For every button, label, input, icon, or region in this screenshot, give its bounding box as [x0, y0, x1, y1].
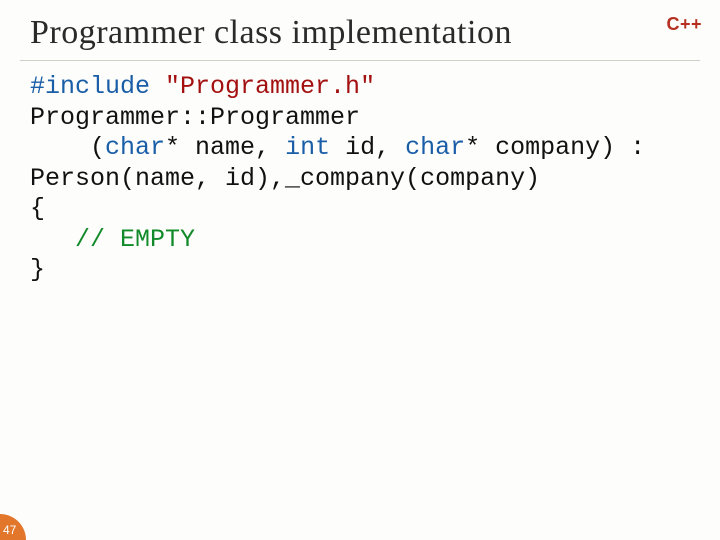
slide-title: Programmer class implementation: [30, 14, 512, 52]
code-line: Programmer::Programmer: [30, 103, 360, 132]
code-preproc: #include: [30, 72, 165, 101]
code-brace: {: [30, 194, 45, 223]
language-badge: C++: [666, 14, 702, 35]
code-keyword: char: [105, 133, 165, 162]
code-brace: }: [30, 255, 45, 284]
code-line: Person(name, id),_company(company): [30, 164, 540, 193]
title-divider: [20, 60, 700, 61]
code-text: * company) :: [465, 133, 645, 162]
code-keyword: char: [405, 133, 465, 162]
code-text: (: [30, 133, 105, 162]
code-block: #include "Programmer.h" Programmer::Prog…: [30, 72, 690, 286]
code-indent: [30, 225, 75, 254]
code-string: "Programmer.h": [165, 72, 375, 101]
code-comment: // EMPTY: [75, 225, 195, 254]
code-keyword: int: [285, 133, 330, 162]
slide: Programmer class implementation C++ #inc…: [0, 0, 720, 540]
slide-number: 47: [3, 523, 16, 537]
code-text: id,: [330, 133, 405, 162]
slide-number-badge: 47: [0, 514, 26, 540]
code-text: * name,: [165, 133, 285, 162]
